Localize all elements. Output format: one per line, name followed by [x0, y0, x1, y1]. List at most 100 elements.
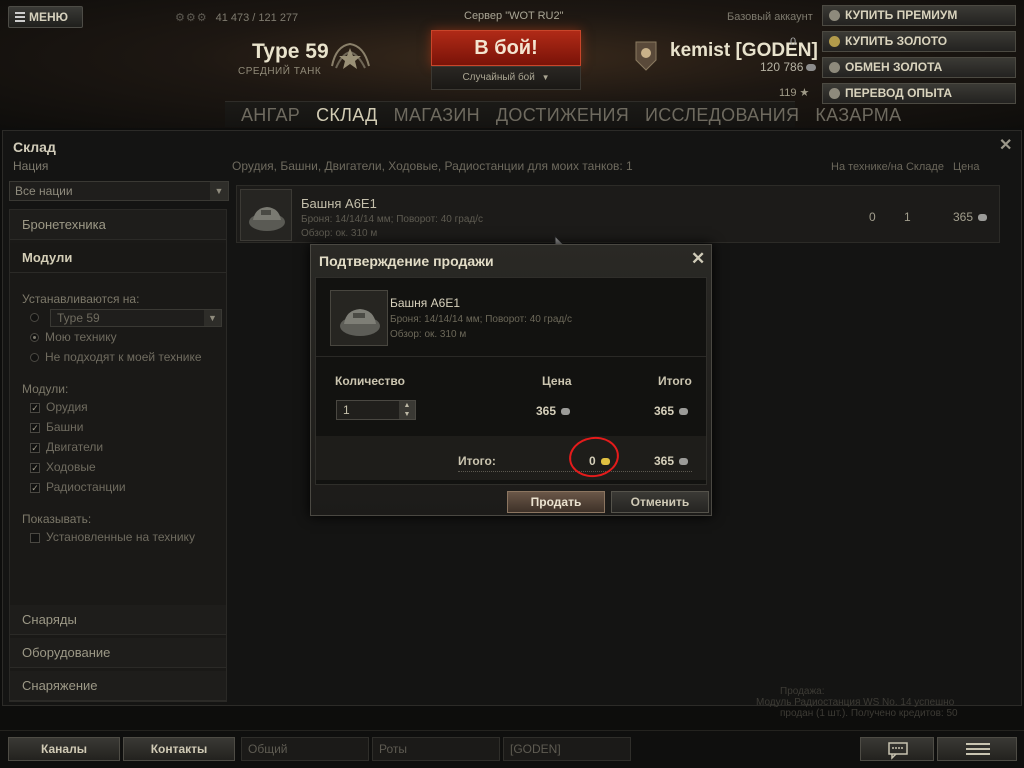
- total-header: Итого: [658, 374, 692, 388]
- battle-mode-select[interactable]: Случайный бой ▼: [431, 66, 581, 90]
- item-price-value: 365: [953, 210, 974, 224]
- xp-convert-icon: [829, 88, 840, 99]
- menu-label: МЕНЮ: [29, 10, 69, 24]
- sidebar-item-shells[interactable]: Снаряды: [10, 605, 226, 635]
- sale-notification: Продажа: Модуль Радиостанция WS No. 14 у…: [756, 686, 1022, 724]
- buy-gold-label: КУПИТЬ ЗОЛОТО: [845, 34, 948, 48]
- tank-name: Type 59: [252, 40, 329, 63]
- gold-icon: [829, 36, 840, 47]
- cancel-button[interactable]: Отменить: [611, 491, 709, 513]
- buy-gold-button[interactable]: КУПИТЬ ЗОЛОТО: [822, 31, 1016, 52]
- radio-not-fit[interactable]: Не подходят к моей технике: [30, 350, 202, 364]
- chevron-down-icon: ▼: [541, 73, 550, 82]
- contacts-button[interactable]: Контакты: [123, 737, 235, 761]
- notifications-list-button[interactable]: [937, 737, 1017, 761]
- radio-not-fit-label: Не подходят к моей технике: [45, 350, 202, 364]
- dialog-body: Башня A6E1 Броня: 14/14/14 мм; Поворот: …: [315, 277, 707, 485]
- tab-research[interactable]: ИССЛЕДОВАНИЯ: [645, 102, 799, 127]
- credits-amount: 120 786: [760, 60, 817, 74]
- online-count: 41 473 / 121 277: [215, 12, 299, 24]
- filter-description: Орудия, Башни, Двигатели, Ходовые, Радио…: [232, 159, 633, 173]
- grand-total-band: [316, 436, 706, 480]
- sidebar-item-consumables[interactable]: Снаряжение: [10, 671, 226, 701]
- close-icon[interactable]: ✕: [999, 135, 1012, 155]
- checkbox-guns[interactable]: ✓ Орудия: [30, 400, 88, 414]
- channels-button[interactable]: Каналы: [8, 737, 120, 761]
- checkbox-engines-label: Двигатели: [46, 440, 104, 454]
- turret-image: [249, 207, 285, 231]
- unit-price: 365: [536, 404, 571, 418]
- top-bar: МЕНЮ ⚙⚙⚙ 41 473 / 121 277 Сервер "WOT RU2…: [0, 0, 1024, 128]
- window-title: Склад: [13, 139, 56, 155]
- dialog-item-spec: Броня: 14/14/14 мм; Поворот: 40 град/с: [390, 314, 573, 325]
- checkbox-suspensions-label: Ходовые: [46, 460, 96, 474]
- battle-button[interactable]: В бой!: [431, 30, 581, 66]
- divider: [316, 356, 706, 357]
- item-name: Башня A6E1: [301, 196, 377, 211]
- item-view: Обзор: ок. 310 м: [301, 228, 378, 239]
- chat-general-tab[interactable]: Общий: [241, 737, 369, 761]
- sidebar-item-armor[interactable]: Бронетехника: [10, 210, 226, 240]
- online-counter: ⚙⚙⚙ 41 473 / 121 277: [175, 11, 298, 24]
- tab-depot[interactable]: СКЛАД: [316, 102, 378, 127]
- sidebar-item-equipment[interactable]: Оборудование: [10, 638, 226, 668]
- col-owned-header: На технике/на Складе: [831, 161, 944, 173]
- vehicle-select-value: Type 59: [57, 311, 100, 325]
- checkbox-icon: ✓: [30, 422, 40, 433]
- stepper-up-icon[interactable]: ▲: [399, 401, 415, 410]
- tab-barracks[interactable]: КАЗАРМА: [815, 102, 901, 127]
- buy-premium-button[interactable]: КУПИТЬ ПРЕМИУМ: [822, 5, 1016, 26]
- exchange-gold-button[interactable]: ОБМЕН ЗОЛОТА: [822, 57, 1016, 78]
- credits-icon: [679, 458, 689, 466]
- server-name: Сервер "WOT RU2": [464, 10, 564, 22]
- sell-confirm-dialog: Подтверждение продажи ✕ Башня A6E1 Броня…: [310, 244, 712, 516]
- checkbox-turrets[interactable]: ✓ Башни: [30, 420, 84, 434]
- nation-select-value: Все нации: [15, 184, 73, 198]
- quantity-value: 1: [343, 403, 350, 417]
- radio-icon: [30, 313, 39, 323]
- gold-amount: 0: [790, 36, 797, 48]
- convert-xp-button[interactable]: ПЕРЕВОД ОПЫТА: [822, 83, 1016, 104]
- sidebar-item-modules[interactable]: Модули: [10, 243, 226, 273]
- sell-button[interactable]: Продать: [507, 491, 605, 513]
- checkbox-show-installed[interactable]: Установленные на технику: [30, 530, 195, 544]
- buy-premium-label: КУПИТЬ ПРЕМИУМ: [845, 8, 958, 22]
- checkbox-suspensions[interactable]: ✓ Ходовые: [30, 460, 96, 474]
- radio-icon: [30, 333, 39, 343]
- credits-icon: [978, 214, 988, 222]
- radio-installed-on[interactable]: [30, 310, 45, 324]
- close-icon[interactable]: ✕: [691, 249, 705, 269]
- nation-select[interactable]: Все нации ▼: [9, 181, 229, 201]
- chat-button[interactable]: [860, 737, 934, 761]
- depot-sidebar: Бронетехника Модули Устанавливаются на: …: [9, 209, 227, 702]
- free-xp: 119 ★: [779, 86, 809, 99]
- dialog-item-view: Обзор: ок. 310 м: [390, 329, 467, 340]
- list-item[interactable]: Башня A6E1 Броня: 14/14/14 мм; Поворот: …: [236, 185, 1000, 243]
- tab-hangar[interactable]: АНГАР: [241, 102, 300, 127]
- menu-button[interactable]: МЕНЮ: [8, 6, 83, 28]
- stepper-down-icon[interactable]: ▼: [399, 410, 415, 419]
- checkbox-radios[interactable]: ✓ Радиостанции: [30, 480, 126, 494]
- exchange-icon: [829, 62, 840, 73]
- chevron-down-icon: ▼: [204, 310, 221, 326]
- chat-companies-tab[interactable]: Роты: [372, 737, 500, 761]
- convert-xp-label: ПЕРЕВОД ОПЫТА: [845, 86, 953, 100]
- notification-line-2: Модуль Радиостанция WS No. 14 успешно: [756, 697, 955, 708]
- tank-level-badge-icon: [331, 42, 370, 69]
- modules-filter-label: Модули:: [22, 382, 69, 396]
- radio-my-vehicles[interactable]: Мою технику: [30, 330, 117, 344]
- online-icon: ⚙⚙⚙: [175, 12, 208, 24]
- checkbox-engines[interactable]: ✓ Двигатели: [30, 440, 103, 454]
- chat-clan-tab[interactable]: [GODEN]: [503, 737, 631, 761]
- vehicle-select[interactable]: Type 59 ▼: [50, 309, 222, 327]
- tab-shop[interactable]: МАГАЗИН: [394, 102, 480, 127]
- tab-achievements[interactable]: ДОСТИЖЕНИЯ: [496, 102, 629, 127]
- account-type: Базовый аккаунт: [727, 11, 813, 23]
- quantity-stepper[interactable]: 1 ▲ ▼: [336, 400, 416, 420]
- turret-image: [340, 309, 380, 336]
- row-total-value: 365: [654, 404, 675, 418]
- credits-value: 120 786: [760, 60, 804, 74]
- menu-icon: [15, 12, 25, 22]
- item-in-depot: 1: [904, 210, 911, 224]
- turret-icon: [330, 290, 388, 346]
